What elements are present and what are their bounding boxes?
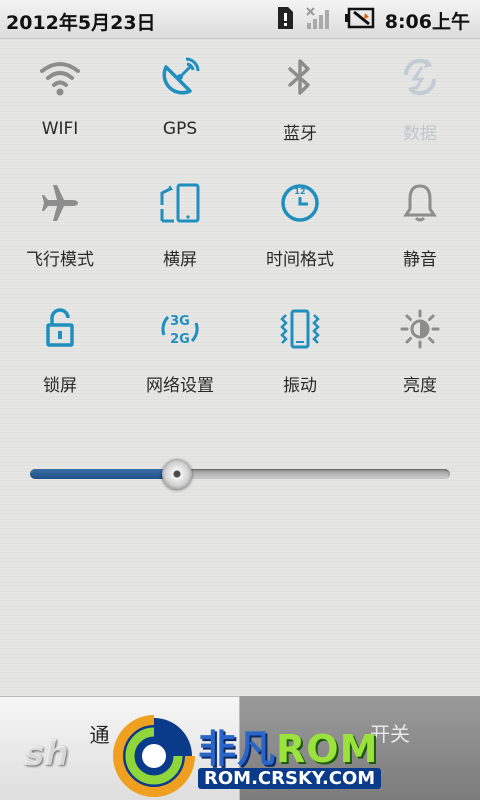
status-bar: 2012年5月23日 8:06上午 — [0, 0, 480, 39]
no-signal-icon — [305, 6, 335, 35]
toggle-label: 振动 — [283, 376, 317, 396]
toggle-label: GPS — [162, 119, 198, 139]
lock-icon — [46, 308, 74, 347]
toggle-label: 飞行模式 — [26, 250, 94, 270]
tab-notifications[interactable]: 通 — [0, 696, 240, 800]
slider-thumb[interactable] — [162, 459, 192, 489]
bell-icon — [403, 184, 437, 222]
toggle-label: 锁屏 — [43, 376, 77, 396]
tab-label: 开关 — [370, 722, 410, 746]
toggle-vibrate[interactable]: 振动 — [240, 305, 360, 415]
wifi-icon — [40, 62, 80, 96]
toggle-landscape[interactable]: 横屏 — [120, 179, 240, 289]
toggle-gps[interactable]: GPS — [120, 53, 240, 163]
brightness-icon — [400, 309, 440, 349]
network-3g-2g-icon: 3G 2G — [161, 314, 199, 347]
sd-card-icon — [275, 6, 295, 35]
toggle-mobile-data[interactable]: 数据 — [360, 53, 480, 163]
toggle-brightness[interactable]: 亮度 — [360, 305, 480, 415]
vibrate-icon — [280, 309, 320, 349]
toggle-label: WIFI — [41, 119, 79, 139]
svg-text:12: 12 — [294, 187, 305, 196]
status-date: 2012年5月23日 — [6, 12, 156, 34]
mobile-data-icon — [403, 58, 437, 96]
toggle-silent[interactable]: 静音 — [360, 179, 480, 289]
svg-text:3G: 3G — [170, 314, 190, 329]
toggle-label: 亮度 — [403, 376, 437, 396]
toggle-bluetooth[interactable]: 蓝牙 — [240, 53, 360, 163]
bluetooth-icon — [288, 59, 310, 95]
toggle-wifi[interactable]: WIFI — [0, 53, 120, 163]
toggle-label: 时间格式 — [266, 250, 334, 270]
rotation-icon — [160, 183, 200, 223]
airplane-icon — [42, 185, 78, 221]
toggle-screen-lock[interactable]: 锁屏 — [0, 305, 120, 415]
brightness-slider[interactable] — [30, 459, 450, 489]
status-icons: 8:06上午 — [275, 6, 470, 35]
slider-fill — [30, 469, 177, 479]
toggle-label: 蓝牙 — [283, 124, 317, 144]
clock-icon: 12 — [281, 184, 319, 222]
quick-settings-panel: WIFI GPS 蓝牙 数据 飞行模式 横屏 12 时间格式 静音 锁屏 3G … — [0, 39, 480, 696]
toggle-label: 静音 — [403, 250, 437, 270]
toggle-time-format[interactable]: 12 时间格式 — [240, 179, 360, 289]
svg-text:2G: 2G — [170, 332, 190, 347]
tab-switches[interactable]: 开关 — [240, 696, 480, 800]
toggle-label: 横屏 — [163, 250, 197, 270]
toggle-label: 网络设置 — [146, 376, 214, 396]
tab-label: 通 — [89, 723, 110, 747]
toggle-airplane-mode[interactable]: 飞行模式 — [0, 179, 120, 289]
battery-charging-icon — [344, 7, 375, 34]
bottom-tabs: 通 开关 — [0, 696, 480, 800]
toggle-label: 数据 — [403, 124, 437, 144]
status-time: 8:06上午 — [384, 11, 470, 33]
toggle-network-settings[interactable]: 3G 2G 网络设置 — [120, 305, 240, 415]
gps-icon — [162, 57, 200, 95]
